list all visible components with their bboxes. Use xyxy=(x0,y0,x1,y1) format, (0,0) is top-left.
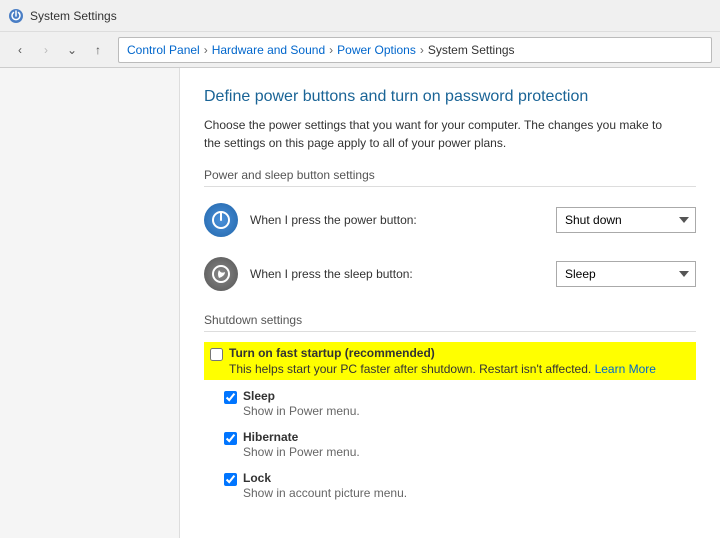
sleep-label-group: Sleep Show in Power menu. xyxy=(243,389,360,418)
sleep-indent: Sleep Show in Power menu. Hibernate Show… xyxy=(224,386,696,503)
hibernate-checkbox[interactable] xyxy=(224,432,237,445)
page-title: Define power buttons and turn on passwor… xyxy=(204,88,696,106)
page-description: Choose the power settings that you want … xyxy=(204,116,664,152)
nav-bar: ‹ › ⌄ ↑ Control Panel › Hardware and Sou… xyxy=(0,32,720,68)
fast-startup-desc: This helps start your PC faster after sh… xyxy=(229,362,656,376)
breadcrumb-sep-3: › xyxy=(420,43,424,57)
power-icon xyxy=(204,203,238,237)
fast-startup-label-group: Turn on fast startup (recommended) This … xyxy=(229,346,656,376)
fast-startup-row: Turn on fast startup (recommended) This … xyxy=(204,342,696,380)
sleep-checkbox[interactable] xyxy=(224,391,237,404)
power-button-row: When I press the power button: Do nothin… xyxy=(204,197,696,243)
sleep-button-label: When I press the sleep button: xyxy=(250,267,556,281)
title-bar: System Settings xyxy=(0,0,720,32)
shutdown-section: Shutdown settings Turn on fast startup (… xyxy=(204,313,696,503)
main-content: Define power buttons and turn on passwor… xyxy=(0,68,720,538)
power-button-label: When I press the power button: xyxy=(250,213,556,227)
sleep-button-dropdown[interactable]: Do nothing Sleep Hibernate Shut down Tur… xyxy=(556,261,696,287)
title-bar-icon xyxy=(8,8,24,24)
breadcrumb-system-settings: System Settings xyxy=(428,43,515,57)
hibernate-label: Hibernate xyxy=(243,430,360,444)
hibernate-row: Hibernate Show in Power menu. xyxy=(224,427,696,462)
sleep-label: Sleep xyxy=(243,389,360,403)
sleep-icon xyxy=(204,257,238,291)
sleep-sublabel: Show in Power menu. xyxy=(243,404,360,418)
hibernate-sublabel: Show in Power menu. xyxy=(243,445,360,459)
power-button-section-header: Power and sleep button settings xyxy=(204,168,696,187)
breadcrumb-sep-1: › xyxy=(204,43,208,57)
sleep-button-row: When I press the sleep button: Do nothin… xyxy=(204,251,696,297)
breadcrumb-sep-2: › xyxy=(329,43,333,57)
sleep-row: Sleep Show in Power menu. xyxy=(224,386,696,421)
breadcrumb-hardware-sound[interactable]: Hardware and Sound xyxy=(212,43,325,57)
lock-label-group: Lock Show in account picture menu. xyxy=(243,471,407,500)
lock-checkbox[interactable] xyxy=(224,473,237,486)
forward-button[interactable]: › xyxy=(34,38,58,62)
fast-startup-desc-text: This helps start your PC faster after sh… xyxy=(229,362,591,376)
breadcrumb: Control Panel › Hardware and Sound › Pow… xyxy=(118,37,712,63)
fast-startup-checkbox[interactable] xyxy=(210,348,223,361)
shutdown-section-header: Shutdown settings xyxy=(204,313,696,332)
fast-startup-label: Turn on fast startup (recommended) xyxy=(229,346,656,360)
dropdown-button[interactable]: ⌄ xyxy=(60,38,84,62)
lock-label: Lock xyxy=(243,471,407,485)
breadcrumb-power-options[interactable]: Power Options xyxy=(337,43,416,57)
title-bar-text: System Settings xyxy=(30,9,117,23)
content-area: Define power buttons and turn on passwor… xyxy=(180,68,720,538)
lock-sublabel: Show in account picture menu. xyxy=(243,486,407,500)
hibernate-label-group: Hibernate Show in Power menu. xyxy=(243,430,360,459)
up-button[interactable]: ↑ xyxy=(86,38,110,62)
left-sidebar xyxy=(0,68,180,538)
lock-row: Lock Show in account picture menu. xyxy=(224,468,696,503)
breadcrumb-control-panel[interactable]: Control Panel xyxy=(127,43,200,57)
back-button[interactable]: ‹ xyxy=(8,38,32,62)
power-button-dropdown[interactable]: Do nothing Sleep Hibernate Shut down Tur… xyxy=(556,207,696,233)
learn-more-link[interactable]: Learn More xyxy=(595,362,656,376)
